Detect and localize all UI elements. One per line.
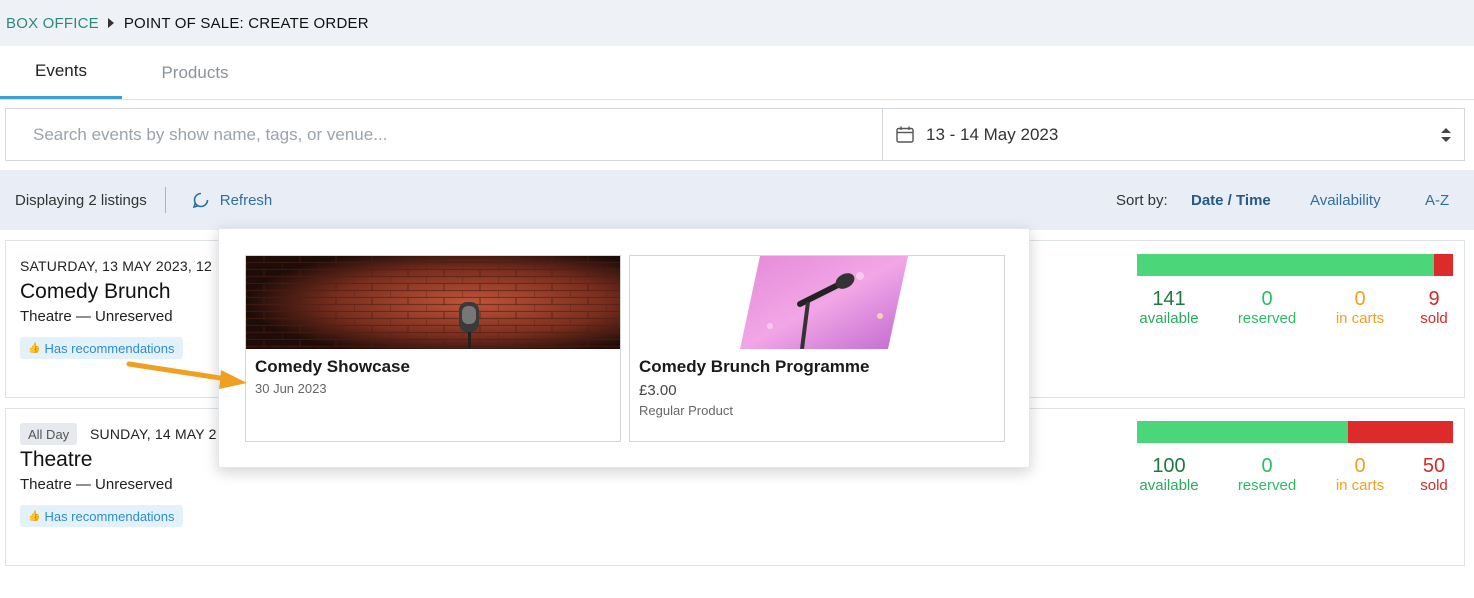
recommendation-title: Comedy Brunch Programme [639,357,870,376]
stat-sold-count: 9 [1428,288,1440,310]
stat-in-carts-count: 0 [1354,288,1366,310]
stat-available-count: 141 [1152,288,1186,310]
breadcrumb-chevron-icon [107,18,114,28]
tab-events[interactable]: Events [0,46,122,99]
thumbs-up-icon: 👍 [28,342,41,354]
stat-reserved-count: 0 [1261,288,1273,310]
tab-products[interactable]: Products [122,46,268,99]
stat-reserved-label: reserved [1237,310,1297,327]
stat-available-label: available [1139,310,1199,327]
thumbs-up-icon: 👍 [28,510,41,522]
stat-in-carts-label: in carts [1335,477,1385,494]
listing-count: Displaying 2 listings [15,191,147,209]
listing-venue: Theatre — Unreserved [20,476,173,493]
recommendations-badge-label: Has recommendations [44,508,175,524]
stat-sold-label: sold [1420,477,1448,494]
recommendation-type: Regular Product [639,403,733,418]
stat-sold: 50 sold [1414,455,1454,495]
brick-wall-microphone-image [246,256,620,349]
sort-label: Sort by: [1116,191,1168,209]
sort-a-z[interactable]: A-Z [1425,192,1449,209]
availability-bar [1137,254,1453,276]
listing-date: SUNDAY, 14 MAY 2 [90,426,217,442]
refresh-icon [192,192,209,209]
stat-available: 141 available [1134,288,1204,328]
listing-title: Comedy Brunch [20,280,171,303]
stat-in-carts: 0 in carts [1328,288,1392,328]
sort-date-time[interactable]: Date / Time [1191,192,1271,209]
sort-availability[interactable]: Availability [1310,192,1381,209]
recommendation-card[interactable]: Comedy Showcase 30 Jun 2023 [245,255,621,442]
availability-bar-available [1137,421,1348,443]
stat-reserved: 0 reserved [1232,455,1302,495]
stat-reserved-count: 0 [1261,455,1273,477]
availability-bar-sold [1347,421,1453,443]
recommendation-price: £3.00 [639,382,677,399]
recommendations-badge[interactable]: 👍 Has recommendations [20,505,183,527]
date-range-picker[interactable]: 13 - 14 May 2023 [882,109,1464,160]
listing-toolbar: Displaying 2 listings Refresh Sort by: D… [0,170,1474,230]
listing-title: Theatre [20,448,93,471]
stat-sold: 9 sold [1414,288,1454,328]
date-range-value: 13 - 14 May 2023 [926,124,1059,144]
listing-venue: Theatre — Unreserved [20,308,173,325]
search-row: 13 - 14 May 2023 [5,108,1465,161]
annotation-arrow-icon [126,361,247,389]
all-day-badge: All Day [20,423,78,445]
tab-bar: Events Products [0,46,1474,100]
breadcrumb-box-office[interactable]: BOX OFFICE [6,15,99,32]
recommendation-title: Comedy Showcase [255,357,410,376]
breadcrumb: BOX OFFICE POINT OF SALE: CREATE ORDER [0,0,1474,46]
stat-reserved: 0 reserved [1232,288,1302,328]
refresh-button[interactable]: Refresh [192,191,273,209]
search-input[interactable] [6,109,882,160]
listing-date: SATURDAY, 13 MAY 2023, 12 [20,258,213,274]
page-title: POINT OF SALE: CREATE ORDER [123,14,369,32]
select-arrows-icon [1441,128,1451,142]
availability-bar [1137,421,1453,443]
recommendation-card[interactable]: Comedy Brunch Programme £3.00 Regular Pr… [629,255,1005,442]
stat-sold-count: 50 [1422,455,1446,477]
refresh-label: Refresh [219,191,273,209]
microphone-image [630,256,1004,349]
recommendations-popover: Comedy Showcase 30 Jun 2023 Comedy Brunc… [218,228,1030,468]
stat-available: 100 available [1134,455,1204,495]
availability-bar-available [1137,254,1435,276]
stat-in-carts-label: in carts [1335,310,1385,327]
stat-available-count: 100 [1152,455,1186,477]
toolbar-divider [164,187,166,213]
stat-sold-label: sold [1420,310,1448,327]
stat-in-carts: 0 in carts [1328,455,1392,495]
calendar-icon [896,126,914,143]
availability-bar-sold [1434,254,1453,276]
stat-in-carts-count: 0 [1354,455,1366,477]
recommendation-date: 30 Jun 2023 [255,381,327,396]
stat-available-label: available [1139,477,1199,494]
stat-reserved-label: reserved [1237,477,1297,494]
